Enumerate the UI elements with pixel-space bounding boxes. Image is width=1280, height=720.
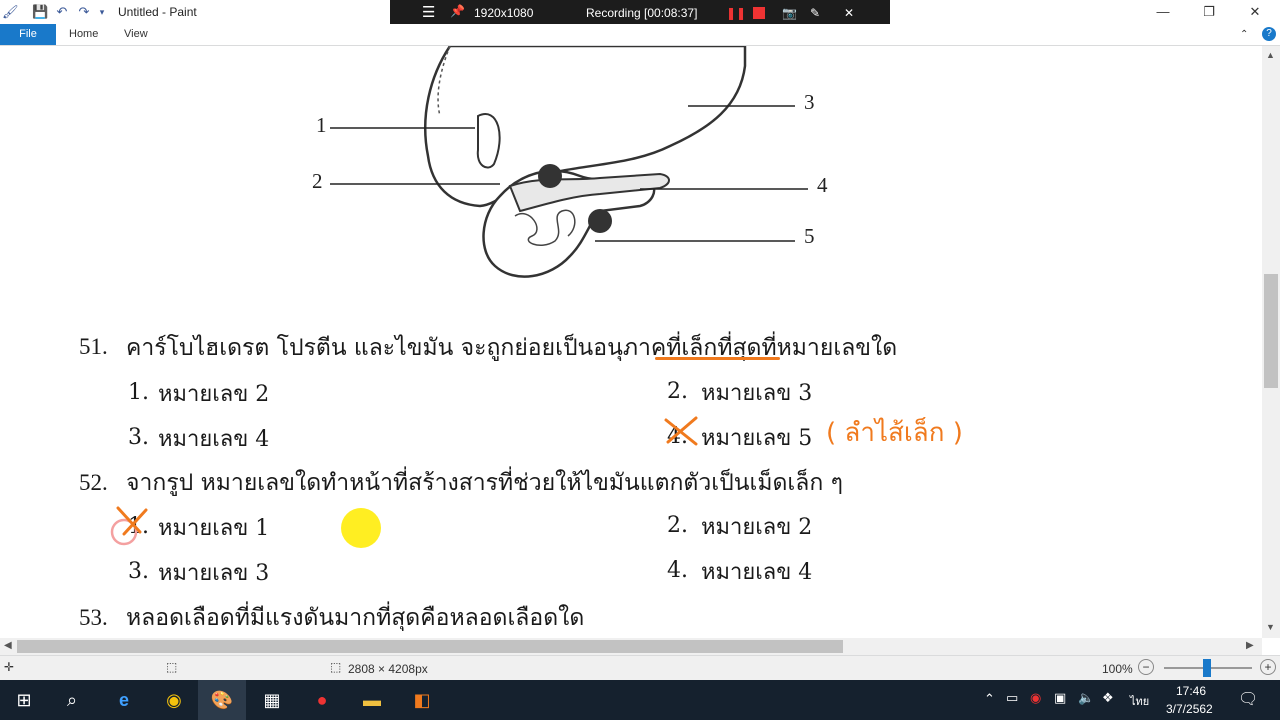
scroll-right-icon[interactable]: ▶ (1246, 640, 1254, 651)
paint-app-icon[interactable]: 🖌 (2, 4, 19, 20)
dropbox-icon[interactable]: ❖ (1102, 690, 1114, 706)
scroll-left-icon[interactable]: ◀ (4, 640, 12, 651)
q52-option-4-label: หมายเลข 4 (701, 560, 813, 585)
help-icon[interactable]: ? (1262, 27, 1276, 41)
ribbon-collapse-icon[interactable]: ⌃ (1240, 24, 1248, 45)
question-52-text: จากรูป หมายเลขใดทำหน้าที่สร้างสารที่ช่วย… (126, 470, 843, 496)
cursor-highlight (341, 508, 381, 548)
close-recorder-icon[interactable]: ✕ (844, 6, 854, 20)
chrome-browser-icon[interactable]: ◉ (150, 680, 198, 720)
q51-option-4-label: หมายเลข 5 (701, 426, 813, 451)
zoom-out-button[interactable]: − (1138, 659, 1154, 675)
q52-option-1-label: หมายเลข 1 (158, 516, 270, 541)
canvas[interactable]: 1 2 3 4 5 51. คาร์โบไฮเดรต โปรตีน และไขม… (0, 46, 1262, 638)
recording-toolbar: ☰ 📌 1920x1080 Recording [00:08:37] ❚❚ 📷 … (390, 0, 890, 26)
q51-option-1-label: หมายเลข 2 (158, 382, 270, 407)
underline-annotation (655, 357, 780, 360)
q51-option-3-label: หมายเลข 4 (158, 427, 270, 452)
q52-option-3-number: 3. (128, 559, 149, 584)
clock-time[interactable]: 17:46 (1176, 684, 1206, 698)
search-icon[interactable]: ⌕ (48, 680, 96, 720)
q52-option-3-label: หมายเลข 3 (158, 561, 270, 586)
diagram-label-5: 5 (804, 224, 815, 248)
recorder-taskbar-icon[interactable]: ● (298, 680, 346, 720)
clock-date[interactable]: 3/7/2562 (1166, 702, 1213, 716)
question-51-number: 51. (79, 334, 108, 359)
edge-browser-icon[interactable]: e (100, 680, 148, 720)
notifications-icon[interactable]: 🗨 (1238, 689, 1258, 709)
volume-icon[interactable]: 🔈 (1078, 690, 1094, 706)
undo-icon[interactable]: ↶ (54, 4, 70, 20)
q51-option-1-number: 1. (128, 380, 149, 405)
question-52-number: 52. (79, 470, 108, 495)
question-51-text: คาร์โบไฮเดรต โปรตีน และไขมัน จะถูกย่อยเป… (126, 335, 898, 361)
tab-file[interactable]: File (0, 24, 56, 45)
customize-quick-access-icon[interactable]: ▾ (94, 4, 110, 20)
q52-option-2-label: หมายเลข 2 (701, 515, 813, 540)
stop-icon[interactable] (753, 7, 765, 19)
q52-option-2-number: 2. (667, 513, 688, 538)
pin-icon[interactable]: 📌 (450, 4, 465, 18)
zoom-in-button[interactable]: + (1260, 659, 1276, 675)
camera-icon[interactable]: 📷 (782, 6, 797, 20)
paint-taskbar-icon[interactable]: 🎨 (198, 680, 246, 720)
handwritten-annotation: ( ลำไส้เล็ก ) (826, 418, 963, 448)
image-size: 2808 × 4208px (348, 662, 428, 676)
resolution-label: 1920x1080 (474, 6, 534, 20)
recording-status: Recording [00:08:37] (586, 6, 698, 20)
q51-option-2-label: หมายเลข 3 (701, 381, 813, 406)
q52-option-4-number: 4. (667, 558, 688, 583)
pen-icon[interactable]: ✎ (810, 6, 820, 20)
minimize-button[interactable]: — (1140, 0, 1186, 24)
digestive-organs-diagram (330, 46, 808, 278)
record-tray-icon[interactable]: ◉ (1030, 690, 1041, 706)
calculator-icon[interactable]: ▦ (248, 680, 296, 720)
network-icon[interactable]: ▣ (1054, 690, 1066, 706)
window-title: Untitled - Paint (118, 5, 197, 19)
answer-mark-icon (664, 416, 698, 446)
q51-option-3-number: 3. (128, 425, 149, 450)
close-button[interactable]: ✕ (1232, 0, 1278, 24)
ribbon-tabs: File Home View ⌃ ? (0, 24, 1280, 46)
vertical-scrollbar[interactable]: ▲ ▼ (1262, 46, 1280, 638)
scroll-up-icon[interactable]: ▲ (1266, 50, 1275, 60)
tab-home[interactable]: Home (69, 24, 98, 45)
diagram-label-1: 1 (316, 113, 327, 137)
taskbar: ⊞ ⌕ e ◉ 🎨 ▦ ● ▬ ◧ ⌃ ▭ ◉ ▣ 🔈 ❖ ไทย 17:46 … (0, 680, 1280, 720)
save-icon[interactable]: 💾 (32, 4, 48, 20)
show-hidden-icons-icon[interactable]: ⌃ (984, 691, 995, 707)
zoom-level: 100% (1102, 662, 1133, 676)
maximize-button[interactable]: ❐ (1186, 0, 1232, 24)
app-taskbar-icon[interactable]: ◧ (398, 680, 446, 720)
tab-view[interactable]: View (124, 24, 148, 45)
diagram-label-2: 2 (312, 169, 323, 193)
menu-icon[interactable]: ☰ (422, 3, 435, 21)
question-53-number: 53. (79, 605, 108, 630)
answer-mark-2-icon (110, 506, 148, 546)
status-bar: ✛ ⬚ ⬚ 2808 × 4208px 100% − + (0, 655, 1280, 681)
diagram-label-4: 4 (817, 173, 828, 197)
selection-size-icon: ⬚ (166, 660, 178, 674)
battery-icon[interactable]: ▭ (1006, 690, 1018, 706)
redo-icon[interactable]: ↷ (76, 4, 92, 20)
pause-icon[interactable]: ❚❚ (726, 6, 746, 20)
question-53-text: หลอดเลือดที่มีแรงดันมากที่สุดคือหลอดเลือ… (126, 605, 585, 631)
zoom-slider-thumb[interactable] (1203, 659, 1211, 677)
language-indicator[interactable]: ไทย (1130, 692, 1149, 710)
horizontal-scroll-thumb[interactable] (17, 640, 843, 653)
image-size-icon: ⬚ (330, 660, 342, 674)
cursor-position-icon: ✛ (4, 660, 15, 674)
q51-option-2-number: 2. (667, 379, 688, 404)
horizontal-scrollbar[interactable]: ◀ ▶ (0, 638, 1262, 655)
vertical-scroll-thumb[interactable] (1264, 274, 1278, 388)
diagram-label-3: 3 (804, 90, 815, 114)
scroll-down-icon[interactable]: ▼ (1266, 622, 1275, 632)
start-windows-icon[interactable]: ⊞ (0, 680, 48, 720)
file-explorer-icon[interactable]: ▬ (348, 680, 396, 720)
